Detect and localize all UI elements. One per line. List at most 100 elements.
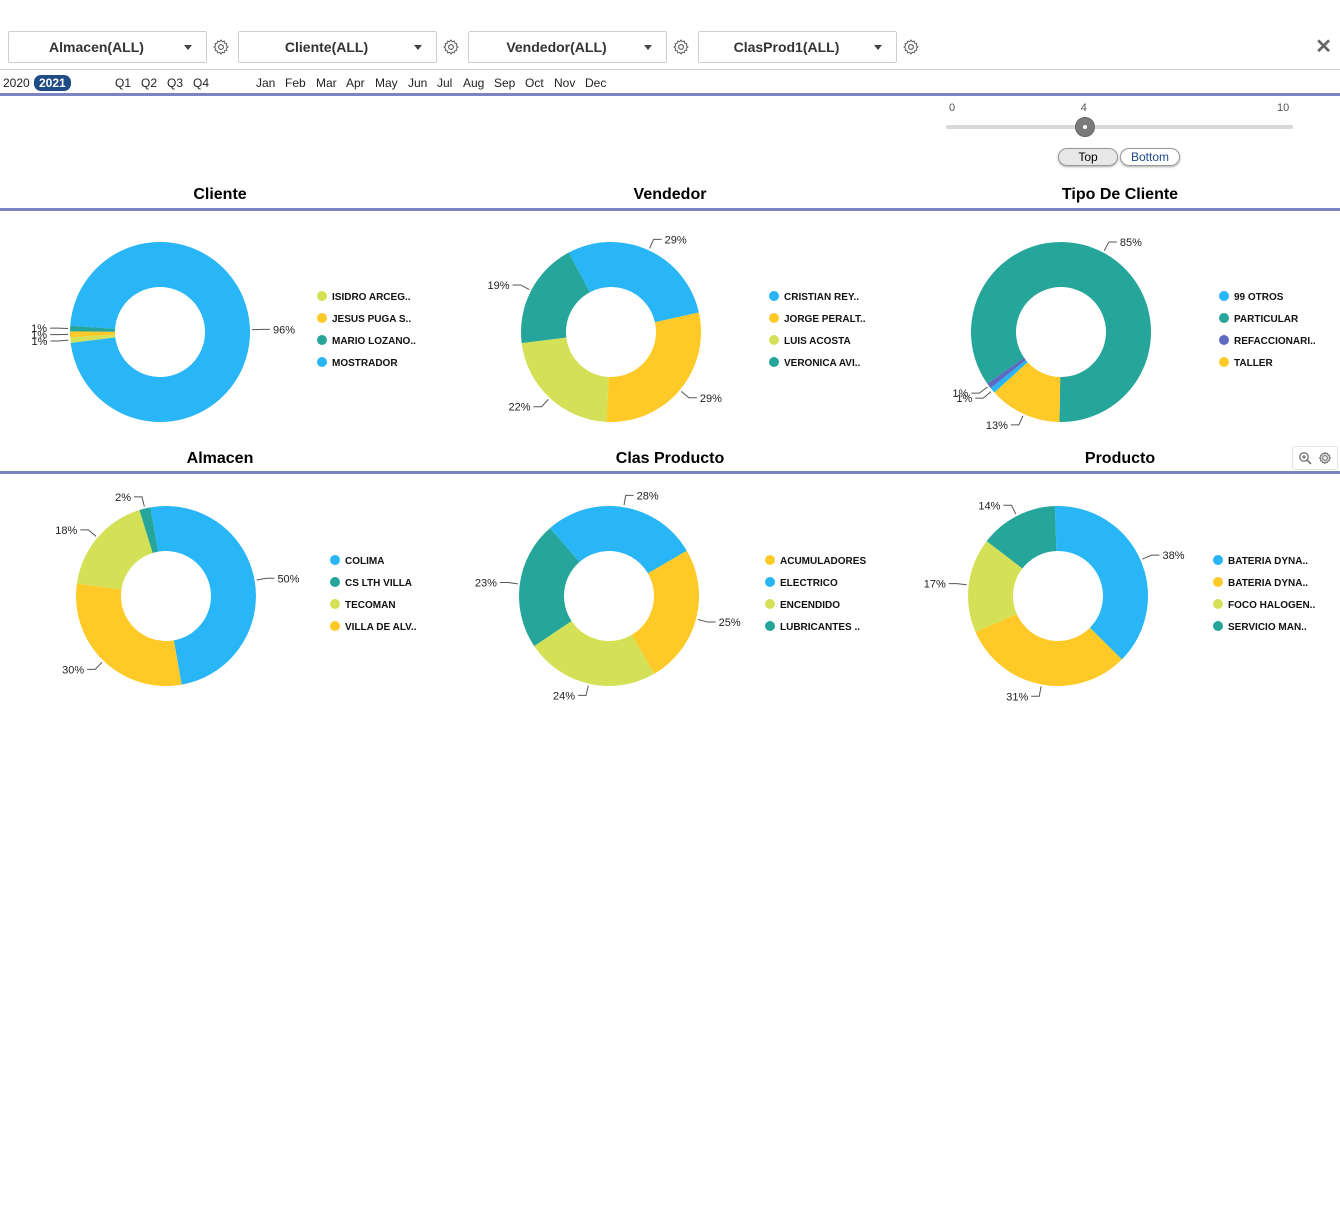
slice-data-label: 30%: [62, 664, 84, 676]
legend-label[interactable]: VILLA DE ALV..: [345, 622, 417, 633]
legend-label[interactable]: BATERIA DYNA..: [1228, 556, 1308, 567]
slice-data-label: 17%: [924, 579, 946, 591]
quarter-q3[interactable]: Q3: [167, 76, 183, 90]
gear-icon[interactable]: [672, 38, 690, 56]
month-dec[interactable]: Dec: [585, 76, 606, 90]
legend-label[interactable]: REFACCIONARI..: [1234, 336, 1316, 347]
legend-swatch: [317, 357, 327, 367]
label-leader-line: [80, 529, 97, 537]
legend-swatch: [765, 577, 775, 587]
chart-title-clas-producto: Clas Producto: [615, 450, 725, 467]
month-oct[interactable]: Oct: [525, 76, 544, 90]
legend-label[interactable]: JESUS PUGA S..: [332, 314, 411, 325]
legend-label[interactable]: VERONICA AVI..: [784, 358, 861, 369]
quarter-q4[interactable]: Q4: [193, 76, 209, 90]
year-2020[interactable]: 2020: [3, 76, 30, 90]
month-aug[interactable]: Aug: [463, 76, 484, 90]
cliente-dropdown[interactable]: Cliente(ALL): [238, 31, 437, 63]
month-jan[interactable]: Jan: [256, 76, 275, 90]
legend-swatch: [317, 291, 327, 301]
legend-label[interactable]: BATERIA DYNA..: [1228, 578, 1308, 589]
month-feb[interactable]: Feb: [285, 76, 306, 90]
label-leader-line: [680, 390, 697, 399]
pie-slice[interactable]: [1054, 506, 1148, 660]
gear-icon[interactable]: [212, 38, 230, 56]
section-divider: [0, 471, 1340, 474]
legend-label[interactable]: COLIMA: [345, 556, 384, 567]
donut-chart-clas-producto: 28% 25% 24% 23% ACUMULADORES ELECTRICO ENCENDI…: [475, 490, 867, 702]
legend-label[interactable]: TECOMAN: [345, 600, 396, 611]
slice-data-label: 2%: [115, 492, 131, 504]
legend-label[interactable]: 99 OTROS: [1234, 292, 1284, 303]
slice-data-label: 29%: [665, 234, 687, 246]
legend-swatch: [1219, 335, 1229, 345]
clasprod1-dropdown[interactable]: ClasProd1(ALL): [698, 31, 897, 63]
donut-chart-vendedor: 29% 29% 22% 19% CRISTIAN REY.. JORGE PERALT..…: [487, 234, 866, 422]
legend-label[interactable]: PARTICULAR: [1234, 314, 1299, 325]
label-leader-line: [512, 284, 530, 291]
donut-chart-tipo-de-cliente: 85%13%1%1%99 OTROSPARTICULARREFACCIONARI…: [952, 237, 1316, 432]
legend-label[interactable]: MOSTRADOR: [332, 358, 398, 369]
bottom-toggle-button[interactable]: Bottom: [1120, 148, 1180, 166]
slider-track[interactable]: [946, 125, 1293, 129]
slice-data-label: 29%: [700, 393, 722, 405]
slider-handle[interactable]: [1074, 117, 1095, 137]
slice-data-label: 24%: [553, 690, 575, 702]
legend-swatch: [1219, 291, 1229, 301]
donut-chart-almacen: 50% 30% 18% 2% COLIMA CS LTH VILLA TECOMAN VILL…: [55, 492, 417, 686]
label-leader-line: [87, 661, 103, 670]
almacen-dropdown[interactable]: Almacen(ALL): [8, 31, 207, 63]
legend-label[interactable]: CS LTH VILLA: [345, 578, 412, 589]
slice-data-label: 28%: [637, 490, 659, 502]
slider-value-label: 4: [1080, 102, 1087, 114]
legend-label[interactable]: FOCO HALOGEN..: [1228, 600, 1315, 611]
quarter-q1[interactable]: Q1: [115, 76, 131, 90]
legend-swatch: [330, 577, 340, 587]
chevron-down-icon: [644, 45, 652, 50]
label-leader-line: [50, 339, 69, 342]
legend-label[interactable]: TALLER: [1234, 358, 1273, 369]
legend-label[interactable]: LUIS ACOSTA: [784, 336, 851, 347]
month-sep[interactable]: Sep: [494, 76, 515, 90]
slice-data-label: 18%: [55, 525, 77, 537]
cliente-dropdown-label: Cliente(ALL): [284, 39, 369, 55]
legend-label[interactable]: LUBRICANTES ..: [780, 622, 860, 633]
pie-slice[interactable]: [606, 312, 701, 422]
settings-icon[interactable]: [1318, 451, 1332, 465]
close-icon[interactable]: ✕: [1315, 34, 1332, 59]
legend-label[interactable]: CRISTIAN REY..: [784, 292, 859, 303]
pie-slice[interactable]: [521, 337, 609, 422]
pie-slice[interactable]: [76, 583, 182, 686]
slice-data-label: 96%: [273, 324, 295, 336]
pie-slice[interactable]: [76, 510, 153, 590]
gear-icon[interactable]: [442, 38, 460, 56]
label-leader-line: [533, 399, 549, 408]
year-2021-selected[interactable]: 2021: [34, 75, 71, 91]
label-leader-line: [1142, 554, 1160, 560]
legend-label[interactable]: MARIO LOZANO..: [332, 336, 416, 347]
month-jun[interactable]: Jun: [408, 76, 427, 90]
legend-label[interactable]: ISIDRO ARCEG..: [332, 292, 411, 303]
legend-swatch: [317, 335, 327, 345]
legend-label[interactable]: ENCENDIDO: [780, 600, 840, 611]
month-apr[interactable]: Apr: [346, 76, 365, 90]
month-nov[interactable]: Nov: [554, 76, 575, 90]
legend-label[interactable]: JORGE PERALT..: [784, 314, 866, 325]
legend-label[interactable]: ELECTRICO: [780, 578, 838, 589]
chevron-down-icon: [874, 45, 882, 50]
gear-icon[interactable]: [902, 38, 920, 56]
quarter-q2[interactable]: Q2: [141, 76, 157, 90]
legend-label[interactable]: ACUMULADORES: [780, 556, 866, 567]
chart-title-producto: Producto: [1084, 450, 1156, 467]
vendedor-dropdown[interactable]: Vendedor(ALL): [468, 31, 667, 63]
month-jul[interactable]: Jul: [437, 76, 452, 90]
month-mar[interactable]: Mar: [316, 76, 337, 90]
zoom-icon[interactable]: [1298, 451, 1312, 465]
legend-swatch: [1219, 313, 1229, 323]
chevron-down-icon: [414, 45, 422, 50]
month-may[interactable]: May: [375, 76, 398, 90]
legend-label[interactable]: SERVICIO MAN..: [1228, 622, 1307, 633]
top-toggle-button[interactable]: Top: [1058, 148, 1118, 166]
chart-title-tipo-de-cliente: Tipo De Cliente: [1061, 186, 1179, 203]
pie-slice[interactable]: [568, 242, 699, 323]
